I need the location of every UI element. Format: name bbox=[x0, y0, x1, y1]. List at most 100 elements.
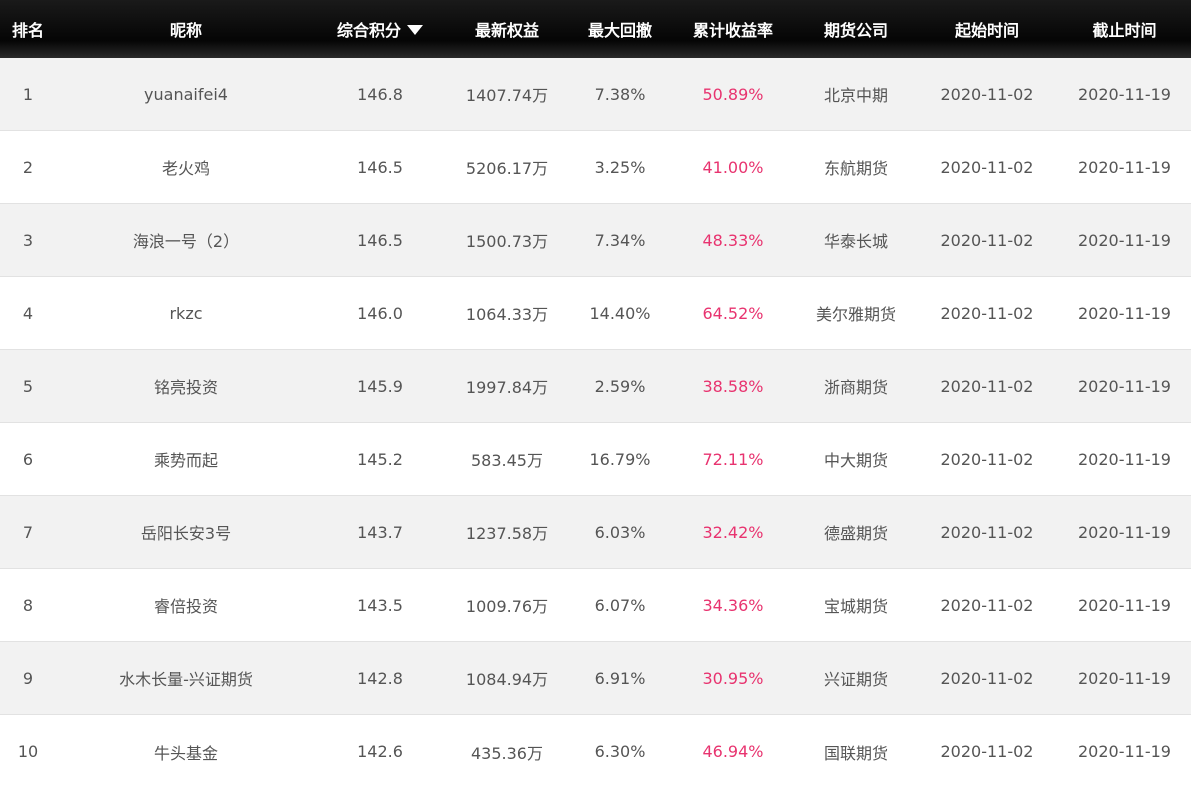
table-body: 1 yuanaifei4 146.8 1407.74万 7.38% 50.89%… bbox=[0, 58, 1191, 786]
table-row: 5 铭亮投资 145.9 1997.84万 2.59% 38.58% 浙商期货 … bbox=[0, 350, 1191, 423]
company-cell: 东航期货 bbox=[823, 159, 888, 178]
equity-cell: 1997.84万 bbox=[465, 378, 549, 397]
drawdown-cell: 6.03% bbox=[594, 522, 646, 542]
equity-cell: 1064.33万 bbox=[465, 305, 549, 324]
drawdown-cell: 6.07% bbox=[594, 595, 646, 615]
equity-cell: 5206.17万 bbox=[465, 159, 549, 178]
return-cell: 48.33% bbox=[702, 230, 764, 250]
return-cell: 38.58% bbox=[702, 376, 764, 396]
end-date-cell: 2020-11-19 bbox=[1078, 303, 1171, 323]
start-date-cell: 2020-11-02 bbox=[940, 157, 1034, 177]
sort-descending-icon[interactable] bbox=[407, 25, 423, 35]
rank-cell: 1 bbox=[22, 84, 34, 104]
end-date-cell: 2020-11-19 bbox=[1078, 595, 1171, 615]
end-date-cell: 2020-11-19 bbox=[1078, 230, 1171, 250]
drawdown-cell: 6.30% bbox=[594, 742, 646, 761]
end-date-cell: 2020-11-19 bbox=[1078, 449, 1171, 469]
drawdown-cell: 2.59% bbox=[594, 376, 646, 396]
start-date-cell: 2020-11-02 bbox=[940, 449, 1034, 469]
table-row: 1 yuanaifei4 146.8 1407.74万 7.38% 50.89%… bbox=[0, 58, 1191, 131]
return-cell: 41.00% bbox=[702, 157, 764, 177]
score-cell: 146.5 bbox=[357, 157, 403, 177]
nickname-cell: 岳阳长安3号 bbox=[140, 524, 232, 543]
column-header-rank: 排名 bbox=[11, 21, 44, 40]
table-row: 10 牛头基金 142.6 435.36万 6.30% 46.94% 国联期货 … bbox=[0, 715, 1191, 786]
score-cell: 142.8 bbox=[357, 668, 403, 688]
rank-cell: 6 bbox=[22, 449, 34, 469]
column-header-end: 截止时间 bbox=[1092, 21, 1157, 40]
start-date-cell: 2020-11-02 bbox=[940, 595, 1034, 615]
table-row: 9 水木长量-兴证期货 142.8 1084.94万 6.91% 30.95% … bbox=[0, 642, 1191, 715]
company-cell: 浙商期货 bbox=[823, 378, 888, 397]
start-date-cell: 2020-11-02 bbox=[940, 84, 1034, 104]
score-cell: 146.0 bbox=[357, 303, 403, 323]
drawdown-cell: 14.40% bbox=[589, 303, 651, 323]
table-row: 8 睿倍投资 143.5 1009.76万 6.07% 34.36% 宝城期货 … bbox=[0, 569, 1191, 642]
start-date-cell: 2020-11-02 bbox=[940, 376, 1034, 396]
drawdown-cell: 7.34% bbox=[594, 230, 646, 250]
table-row: 3 海浪一号（2） 146.5 1500.73万 7.34% 48.33% 华泰… bbox=[0, 204, 1191, 277]
score-cell: 146.5 bbox=[357, 230, 403, 250]
column-header-score[interactable]: 综合积分 bbox=[316, 17, 444, 41]
start-date-cell: 2020-11-02 bbox=[940, 230, 1034, 250]
column-header-drawdown: 最大回撤 bbox=[587, 21, 652, 40]
column-header-return: 累计收益率 bbox=[692, 21, 773, 40]
equity-cell: 1009.76万 bbox=[465, 597, 549, 616]
equity-cell: 1084.94万 bbox=[465, 670, 549, 689]
ranking-table: 排名 昵称 综合积分 最新权益 最大回撤 累计收益率 期货公司 起始时间 截止时… bbox=[0, 0, 1191, 786]
score-cell: 142.6 bbox=[357, 742, 403, 761]
end-date-cell: 2020-11-19 bbox=[1078, 668, 1171, 688]
nickname-cell: 老火鸡 bbox=[161, 159, 210, 178]
company-cell: 宝城期货 bbox=[823, 597, 888, 616]
table-row: 2 老火鸡 146.5 5206.17万 3.25% 41.00% 东航期货 2… bbox=[0, 131, 1191, 204]
return-cell: 72.11% bbox=[702, 449, 764, 469]
rank-cell: 8 bbox=[22, 595, 34, 615]
table-header: 排名 昵称 综合积分 最新权益 最大回撤 累计收益率 期货公司 起始时间 截止时… bbox=[0, 0, 1191, 58]
end-date-cell: 2020-11-19 bbox=[1078, 522, 1171, 542]
rank-cell: 3 bbox=[22, 230, 34, 250]
nickname-cell: 牛头基金 bbox=[153, 743, 218, 763]
company-cell: 中大期货 bbox=[823, 451, 888, 470]
table-row: 4 rkzc 146.0 1064.33万 14.40% 64.52% 美尔雅期… bbox=[0, 277, 1191, 350]
start-date-cell: 2020-11-02 bbox=[940, 522, 1034, 542]
nickname-cell: rkzc bbox=[169, 303, 203, 323]
rank-cell: 7 bbox=[22, 522, 34, 542]
nickname-cell: 海浪一号（2） bbox=[132, 232, 240, 251]
return-cell: 46.94% bbox=[702, 742, 764, 761]
company-cell: 德盛期货 bbox=[823, 524, 888, 543]
equity-cell: 1500.73万 bbox=[465, 232, 549, 251]
equity-cell: 1237.58万 bbox=[465, 524, 549, 543]
rank-cell: 4 bbox=[22, 303, 34, 323]
return-cell: 34.36% bbox=[702, 595, 764, 615]
score-cell: 143.5 bbox=[357, 595, 403, 615]
nickname-cell: 乘势而起 bbox=[153, 451, 218, 470]
company-cell: 华泰长城 bbox=[823, 232, 888, 251]
column-header-start: 起始时间 bbox=[954, 21, 1019, 40]
company-cell: 北京中期 bbox=[823, 86, 888, 105]
column-header-nickname: 昵称 bbox=[169, 21, 202, 40]
nickname-cell: 睿倍投资 bbox=[153, 597, 218, 616]
nickname-cell: yuanaifei4 bbox=[144, 84, 228, 104]
rank-cell: 2 bbox=[22, 157, 34, 177]
end-date-cell: 2020-11-19 bbox=[1078, 742, 1171, 761]
rank-cell: 10 bbox=[17, 742, 39, 761]
equity-cell: 435.36万 bbox=[471, 743, 543, 763]
score-cell: 146.8 bbox=[357, 84, 403, 104]
equity-cell: 1407.74万 bbox=[465, 86, 549, 105]
rank-cell: 5 bbox=[22, 376, 34, 396]
drawdown-cell: 7.38% bbox=[594, 84, 646, 104]
column-header-equity: 最新权益 bbox=[474, 21, 539, 40]
end-date-cell: 2020-11-19 bbox=[1078, 376, 1171, 396]
drawdown-cell: 6.91% bbox=[594, 668, 646, 688]
table-row: 6 乘势而起 145.2 583.45万 16.79% 72.11% 中大期货 … bbox=[0, 423, 1191, 496]
equity-cell: 583.45万 bbox=[471, 451, 543, 470]
company-cell: 兴证期货 bbox=[823, 670, 888, 689]
return-cell: 30.95% bbox=[702, 668, 764, 688]
company-cell: 国联期货 bbox=[823, 743, 888, 763]
start-date-cell: 2020-11-02 bbox=[940, 303, 1034, 323]
score-cell: 145.9 bbox=[357, 376, 403, 396]
score-cell: 145.2 bbox=[357, 449, 403, 469]
start-date-cell: 2020-11-02 bbox=[940, 668, 1034, 688]
end-date-cell: 2020-11-19 bbox=[1078, 157, 1171, 177]
return-cell: 64.52% bbox=[702, 303, 764, 323]
